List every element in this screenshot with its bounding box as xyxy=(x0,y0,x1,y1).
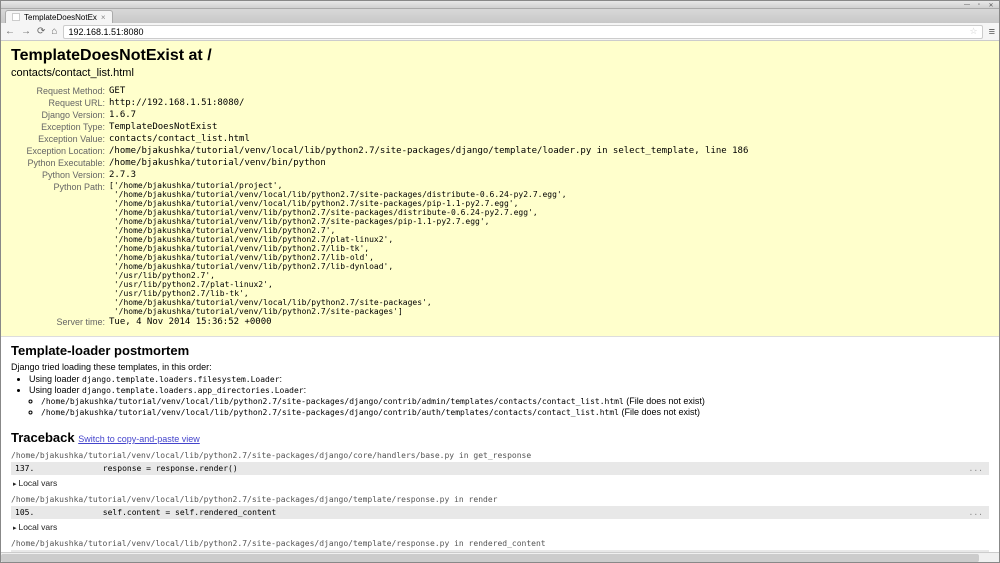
switch-view-link[interactable]: Switch to copy-and-paste view xyxy=(78,434,200,444)
template-name: contacts/contact_list.html xyxy=(11,67,989,79)
bookmark-icon[interactable]: ☆ xyxy=(970,26,978,37)
nav-toolbar: ← → ⟳ ⌂ 192.168.1.51:8080 ☆ ≡ xyxy=(1,23,999,41)
loader-item: Using loader django.template.loaders.app… xyxy=(29,385,989,418)
minimize-icon[interactable]: — xyxy=(961,2,973,8)
line-number: 137. xyxy=(15,464,45,473)
label: Exception Type: xyxy=(19,121,109,133)
menu-icon[interactable]: ≡ xyxy=(989,26,995,38)
expand-icon[interactable]: ... xyxy=(969,464,983,473)
address-bar[interactable]: 192.168.1.51:8080 ☆ xyxy=(63,25,982,39)
label: Exception Value: xyxy=(19,133,109,145)
section-title: Traceback Switch to copy-and-paste view xyxy=(11,430,989,445)
page-title: TemplateDoesNotExist at / xyxy=(11,47,989,65)
frame-code[interactable]: 105. self.content = self.rendered_conten… xyxy=(11,506,989,519)
horizontal-scrollbar[interactable] xyxy=(1,552,999,562)
label: Server time: xyxy=(19,316,109,328)
value: 2.7.3 xyxy=(109,169,136,181)
label: Python Version: xyxy=(19,169,109,181)
maximize-icon[interactable]: ▫ xyxy=(973,2,985,8)
browser-tab[interactable]: TemplateDoesNotEx × xyxy=(5,10,113,23)
frame-location: /home/bjakushka/tutorial/venv/local/lib/… xyxy=(11,449,989,462)
frame-code[interactable]: 137. response = response.render()... xyxy=(11,462,989,475)
label: Request Method: xyxy=(19,85,109,97)
window-titlebar: — ▫ ✕ xyxy=(1,1,999,9)
meta-table: Request Method:GET Request URL:http://19… xyxy=(19,85,989,328)
traceback-section: Traceback Switch to copy-and-paste view … xyxy=(1,424,999,552)
forward-icon[interactable]: → xyxy=(21,26,31,37)
python-path: ['/home/bjakushka/tutorial/project', '/h… xyxy=(109,181,567,316)
browser-window: — ▫ ✕ TemplateDoesNotEx × ← → ⟳ ⌂ 192.16… xyxy=(0,0,1000,563)
label: Exception Location: xyxy=(19,145,109,157)
loader-item: Using loader django.template.loaders.fil… xyxy=(29,374,989,385)
label: Request URL: xyxy=(19,97,109,109)
home-icon[interactable]: ⌂ xyxy=(51,26,57,37)
code-text: response = response.render() xyxy=(45,464,985,473)
local-vars-toggle[interactable]: Local vars xyxy=(11,475,989,491)
error-summary: TemplateDoesNotExist at / contacts/conta… xyxy=(1,41,999,337)
label: Django Version: xyxy=(19,109,109,121)
loader-list: Using loader django.template.loaders.fil… xyxy=(29,374,989,418)
close-icon[interactable]: ✕ xyxy=(985,2,997,8)
local-vars-toggle[interactable]: Local vars xyxy=(11,519,989,535)
postmortem-intro: Django tried loading these templates, in… xyxy=(11,362,989,372)
label: Python Path: xyxy=(19,181,109,316)
template-path: /home/bjakushka/tutorial/venv/local/lib/… xyxy=(41,407,989,418)
traceback-frame: /home/bjakushka/tutorial/venv/local/lib/… xyxy=(11,537,989,552)
reload-icon[interactable]: ⟳ xyxy=(37,26,45,37)
value: Tue, 4 Nov 2014 15:36:52 +0000 xyxy=(109,316,272,328)
page-viewport[interactable]: TemplateDoesNotExist at / contacts/conta… xyxy=(1,41,999,552)
tab-bar: TemplateDoesNotEx × xyxy=(1,9,999,23)
frame-location: /home/bjakushka/tutorial/venv/local/lib/… xyxy=(11,537,989,550)
template-path: /home/bjakushka/tutorial/venv/local/lib/… xyxy=(41,396,989,407)
postmortem-section: Template-loader postmortem Django tried … xyxy=(1,337,999,424)
value: http://192.168.1.51:8080/ xyxy=(109,97,244,109)
section-title: Template-loader postmortem xyxy=(11,343,989,358)
value: /home/bjakushka/tutorial/venv/bin/python xyxy=(109,157,326,169)
label: Python Executable: xyxy=(19,157,109,169)
traceback-frame: /home/bjakushka/tutorial/venv/local/lib/… xyxy=(11,493,989,535)
back-icon[interactable]: ← xyxy=(5,26,15,37)
frame-location: /home/bjakushka/tutorial/venv/local/lib/… xyxy=(11,493,989,506)
value: /home/bjakushka/tutorial/venv/local/lib/… xyxy=(109,145,748,157)
traceback-frame: /home/bjakushka/tutorial/venv/local/lib/… xyxy=(11,449,989,491)
value: contacts/contact_list.html xyxy=(109,133,250,145)
value: 1.6.7 xyxy=(109,109,136,121)
value: TemplateDoesNotExist xyxy=(109,121,217,133)
tab-close-icon[interactable]: × xyxy=(101,13,106,22)
line-number: 105. xyxy=(15,508,45,517)
value: GET xyxy=(109,85,125,97)
expand-icon[interactable]: ... xyxy=(969,508,983,517)
page-icon xyxy=(12,13,20,21)
scrollbar-thumb[interactable] xyxy=(1,554,979,562)
tab-title: TemplateDoesNotEx xyxy=(24,13,97,22)
url-text: 192.168.1.51:8080 xyxy=(68,27,143,37)
code-text: self.content = self.rendered_content xyxy=(45,508,985,517)
